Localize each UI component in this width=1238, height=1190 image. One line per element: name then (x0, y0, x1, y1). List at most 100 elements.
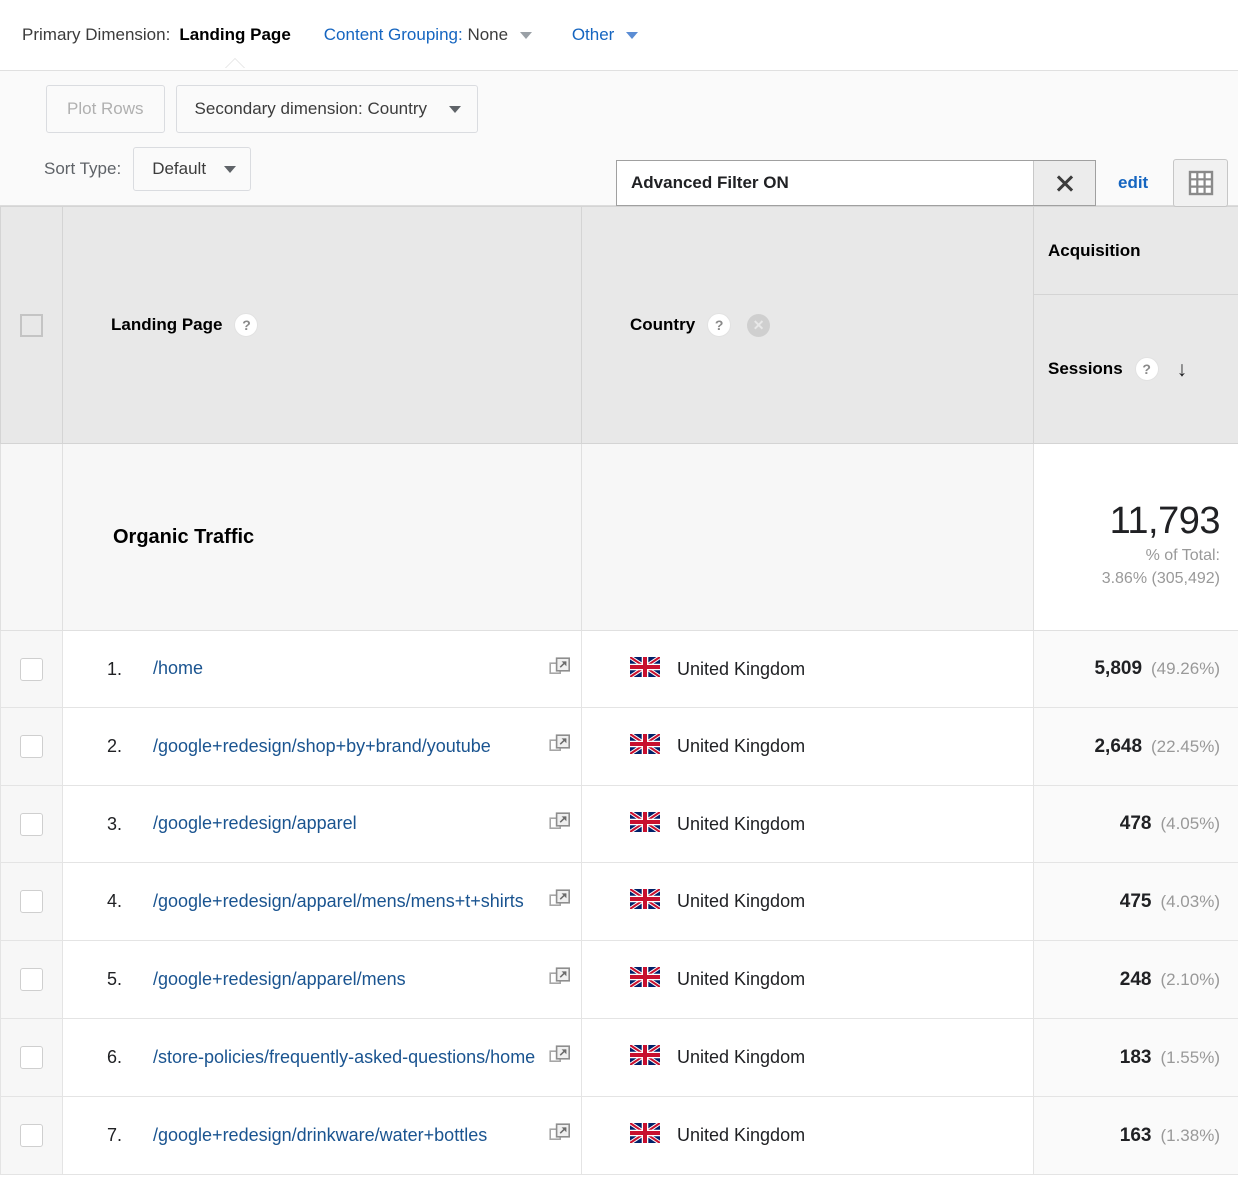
row-checkbox[interactable] (20, 813, 43, 836)
advanced-filter-group: Advanced Filter ON edit (616, 159, 1228, 207)
landing-page-link[interactable]: /google+redesign/apparel/mens/mens+t+shi… (153, 890, 545, 914)
united-kingdom-flag-icon (630, 1045, 660, 1070)
table-row: 7./google+redesign/drinkware/water+bottl… (1, 1097, 1238, 1175)
row-checkbox[interactable] (20, 968, 43, 991)
row-index: 4. (107, 891, 153, 912)
edit-filter-link[interactable]: edit (1118, 173, 1148, 193)
row-select-cell (1, 708, 63, 786)
sessions-cell: 478 (4.05%) (1034, 786, 1238, 863)
sort-type-label: Sort Type: (44, 159, 121, 179)
landing-page-link[interactable]: /google+redesign/shop+by+brand/youtube (153, 735, 545, 759)
sessions-percent: (4.03%) (1160, 892, 1220, 911)
summary-pct-of-total-value: 3.86% (305,492) (1034, 569, 1220, 590)
landing-page-link[interactable]: /google+redesign/apparel (153, 812, 545, 836)
country-header[interactable]: Country ? ✕ (582, 207, 1034, 444)
row-select-cell (1, 863, 63, 941)
sessions-value: 5,809 (1094, 658, 1142, 679)
row-index: 3. (107, 814, 153, 835)
close-icon (1055, 173, 1075, 193)
country-name: United Kingdom (677, 736, 805, 757)
row-select-cell (1, 786, 63, 863)
row-checkbox[interactable] (20, 1124, 43, 1147)
sort-descending-icon[interactable]: ↓ (1177, 359, 1188, 380)
summary-sessions-cell: 11,793 % of Total: 3.86% (305,492) (1034, 444, 1238, 631)
sessions-value: 475 (1120, 891, 1152, 912)
landing-page-header[interactable]: Landing Page ? (63, 207, 582, 444)
open-in-new-window-icon[interactable] (549, 811, 571, 838)
sessions-percent: (4.05%) (1160, 814, 1220, 833)
row-checkbox[interactable] (20, 890, 43, 913)
table-header: Landing Page ? Country ? ✕ Acquisition S… (1, 207, 1238, 444)
table-row: 4./google+redesign/apparel/mens/mens+t+s… (1, 863, 1238, 941)
row-checkbox[interactable] (20, 658, 43, 681)
country-cell: United Kingdom (582, 863, 1034, 941)
united-kingdom-flag-icon (630, 967, 660, 992)
primary-dimension-bar: Primary Dimension: Landing Page Content … (0, 0, 1238, 71)
chevron-down-icon (520, 32, 532, 39)
country-cell: United Kingdom (582, 941, 1034, 1019)
chevron-down-icon (449, 106, 461, 113)
chevron-down-icon (224, 166, 236, 173)
open-in-new-window-icon[interactable] (549, 1122, 571, 1149)
row-checkbox[interactable] (20, 735, 43, 758)
landing-page-link[interactable]: /store-policies/frequently-asked-questio… (153, 1046, 545, 1070)
landing-page-link[interactable]: /google+redesign/apparel/mens (153, 968, 545, 992)
plot-rows-button[interactable]: Plot Rows (46, 85, 165, 133)
sessions-header[interactable]: Sessions ? ↓ (1034, 295, 1238, 444)
table-header-row: Landing Page ? Country ? ✕ Acquisition (1, 207, 1238, 295)
open-in-new-window-icon[interactable] (549, 888, 571, 915)
country-cell: United Kingdom (582, 786, 1034, 863)
select-all-checkbox[interactable] (20, 314, 43, 337)
row-select-cell (1, 1019, 63, 1097)
help-icon[interactable]: ? (1135, 357, 1159, 381)
row-index: 7. (107, 1125, 153, 1146)
open-in-new-window-icon[interactable] (549, 1044, 571, 1071)
content-grouping-value: None (467, 25, 508, 44)
sessions-cell: 183(1.55%) (1034, 1019, 1238, 1097)
open-in-new-window-icon[interactable] (549, 966, 571, 993)
clear-filter-button[interactable] (1033, 161, 1095, 205)
sessions-percent: (49.26%) (1151, 659, 1220, 678)
open-in-new-window-icon[interactable] (549, 656, 571, 683)
table-view-button[interactable] (1173, 159, 1228, 207)
table-row: 6./store-policies/frequently-asked-quest… (1, 1019, 1238, 1097)
caret-up-icon (225, 59, 245, 69)
advanced-filter-box[interactable]: Advanced Filter ON (616, 160, 1096, 206)
other-dimension-control[interactable]: Other (572, 25, 638, 45)
grid-icon (1188, 170, 1214, 196)
summary-row: Organic Traffic 11,793 % of Total: 3.86%… (1, 444, 1238, 631)
sessions-value: 183 (1120, 1047, 1152, 1068)
help-icon[interactable]: ? (707, 313, 731, 337)
open-in-new-window-icon[interactable] (549, 733, 571, 760)
united-kingdom-flag-icon (630, 812, 660, 837)
country-header-label: Country (630, 315, 695, 335)
landing-page-link[interactable]: /google+redesign/drinkware/water+bottles (153, 1124, 545, 1148)
table-row: 5./google+redesign/apparel/mens United Ki… (1, 941, 1238, 1019)
table-controls-toolbar: Plot Rows Secondary dimension: Country S… (0, 71, 1238, 206)
sessions-value: 478 (1120, 813, 1152, 834)
secondary-dimension-select[interactable]: Secondary dimension: Country (176, 85, 478, 133)
country-name: United Kingdom (677, 814, 805, 835)
united-kingdom-flag-icon (630, 734, 660, 759)
content-grouping-control[interactable]: Content Grouping: None (324, 25, 532, 45)
row-select-cell (1, 631, 63, 708)
sessions-value: 2,648 (1094, 736, 1142, 757)
country-name: United Kingdom (677, 969, 805, 990)
country-name: United Kingdom (677, 1125, 805, 1146)
country-name: United Kingdom (677, 659, 805, 680)
sessions-value: 248 (1120, 969, 1152, 990)
primary-dimension-value[interactable]: Landing Page (179, 25, 290, 45)
row-select-cell (1, 941, 63, 1019)
sort-type-select[interactable]: Default (133, 147, 251, 191)
help-icon[interactable]: ? (234, 313, 258, 337)
sessions-percent: (22.45%) (1151, 737, 1220, 756)
remove-secondary-dimension-icon[interactable]: ✕ (747, 314, 770, 337)
other-label: Other (572, 25, 615, 44)
landing-page-link[interactable]: /home (153, 657, 545, 681)
row-checkbox[interactable] (20, 1046, 43, 1069)
row-index: 5. (107, 969, 153, 990)
summary-label-cell: Organic Traffic (63, 444, 582, 631)
landing-page-cell: 4./google+redesign/apparel/mens/mens+t+s… (63, 863, 582, 941)
country-cell: United Kingdom (582, 708, 1034, 786)
content-grouping-label: Content Grouping: (324, 25, 463, 44)
